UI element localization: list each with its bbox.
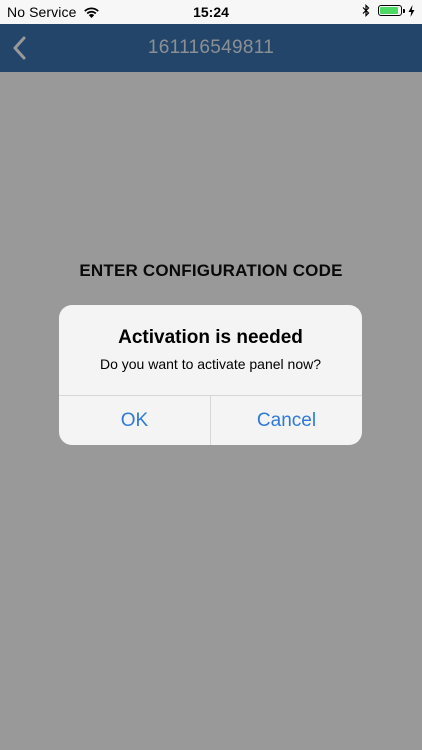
battery-icon (378, 5, 402, 16)
status-time: 15:24 (193, 4, 229, 20)
battery-nub (403, 8, 405, 13)
status-bar: No Service 15:24 (0, 0, 422, 24)
battery-fill (380, 7, 398, 14)
alert-title: Activation is needed (118, 327, 303, 348)
alert-message: Do you want to activate panel now? (99, 356, 322, 372)
charging-bolt-icon (408, 4, 415, 17)
status-right (362, 4, 415, 17)
ok-button[interactable]: OK (59, 396, 210, 445)
bluetooth-icon (362, 4, 370, 17)
activation-alert: Activation is needed Do you want to acti… (59, 305, 362, 445)
cancel-button[interactable]: Cancel (211, 396, 362, 445)
